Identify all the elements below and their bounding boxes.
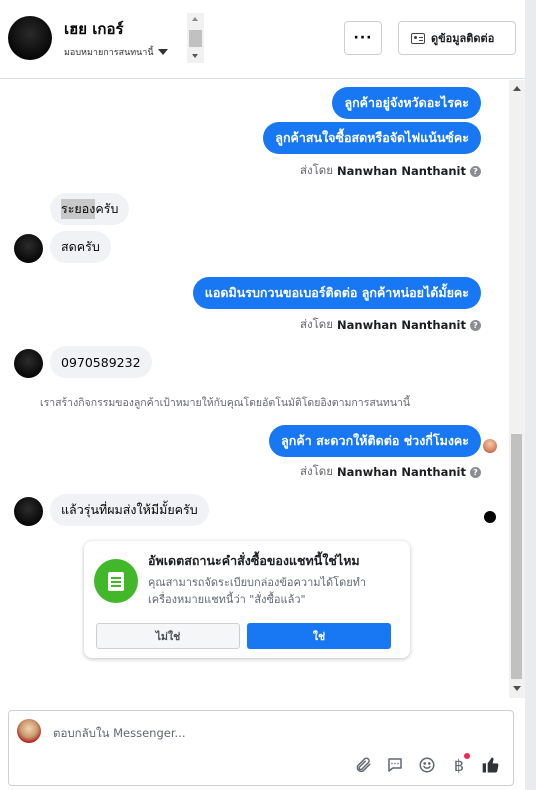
- sent-by-prefix: ส่งโดย: [299, 317, 334, 331]
- outgoing-message: ลูกค้าสนใจซื้อสดหรือจัดไฟแน้นซ์คะ: [263, 122, 481, 154]
- header-mini-scrollbar[interactable]: [187, 13, 204, 63]
- id-card-icon: [411, 32, 425, 44]
- sender-avatar[interactable]: [14, 234, 43, 263]
- outgoing-message: ลูกค้าอยู่จังหวัดอะไรคะ: [332, 87, 481, 119]
- no-button[interactable]: ไม่ใช่: [96, 623, 240, 649]
- customer-name[interactable]: เฮย เกอร์: [64, 17, 124, 41]
- sent-by-prefix: ส่งโดย: [299, 163, 334, 177]
- sent-by-name: Nanwhan Nanthanit: [337, 465, 466, 479]
- incoming-message: สดครับ: [50, 231, 111, 263]
- incoming-message: แล้วรุ่นที่ผมส่งให้มีมั้ยครับ: [50, 494, 209, 526]
- assign-conversation-dropdown[interactable]: มอบหมายการสนทนานี้: [64, 45, 168, 59]
- highlighted-text: ระยอง: [61, 199, 96, 219]
- sent-by-name: Nanwhan Nanthanit: [337, 318, 466, 332]
- incoming-message: 0970589232: [50, 346, 152, 378]
- yes-button[interactable]: ใช่: [247, 623, 391, 649]
- question-icon[interactable]: ?: [470, 466, 481, 478]
- conversation-header: เฮย เกอร์ มอบหมายการสนทนานี้ ··· ดูข้อมู…: [0, 0, 525, 79]
- sent-by-prefix: ส่งโดย: [299, 464, 334, 478]
- message-text: ครับ: [95, 201, 119, 216]
- more-options-button[interactable]: ···: [344, 21, 382, 55]
- system-note: เราสร้างกิจกรรมของลูกค้าเป้าหมายให้กับคุ…: [40, 397, 411, 409]
- reply-composer[interactable]: ตอบกลับใน Messenger... ฿: [8, 710, 514, 786]
- sender-avatar[interactable]: [14, 497, 43, 526]
- card-title: อัพเดตสถานะคำสั่งซื้อของแชทนี้ใช่ไหม: [148, 553, 360, 568]
- sent-by-caption: ส่งโดย Nanwhan Nanthanit ?: [300, 162, 481, 180]
- thread-scrollbar[interactable]: [509, 80, 525, 698]
- ellipsis-icon: ···: [353, 30, 373, 46]
- composer-toolbar: ฿: [353, 753, 501, 775]
- scroll-down-arrow-icon[interactable]: [513, 686, 521, 691]
- receipt-icon: [94, 559, 138, 603]
- card-body: คุณสามารถจัดระเบียบกล่องข้อความได้โดยทำเ…: [148, 576, 367, 606]
- view-contact-label: ดูข้อมูลติดต่อ: [431, 32, 495, 45]
- scroll-down-arrow-icon[interactable]: [192, 54, 198, 58]
- baht-icon[interactable]: ฿: [449, 753, 470, 775]
- scrollbar-thumb[interactable]: [511, 434, 522, 679]
- question-icon[interactable]: ?: [470, 165, 481, 177]
- paperclip-icon[interactable]: [353, 755, 373, 775]
- seen-indicator-dot: [484, 511, 496, 523]
- read-receipt-avatar: [483, 439, 497, 453]
- customer-avatar[interactable]: [8, 16, 52, 60]
- sent-by-name: Nanwhan Nanthanit: [337, 164, 466, 178]
- outgoing-message: แอดมินรบกวนขอเบอร์ติดต่อ ลูกค้าหน่อยได้ม…: [192, 277, 481, 309]
- reply-input[interactable]: ตอบกลับใน Messenger...: [53, 725, 185, 743]
- window-edge: [525, 0, 536, 790]
- order-status-card: อัพเดตสถานะคำสั่งซื้อของแชทนี้ใช่ไหม คุณ…: [84, 541, 410, 658]
- scroll-up-arrow-icon[interactable]: [513, 86, 521, 91]
- view-contact-button[interactable]: ดูข้อมูลติดต่อ: [398, 21, 516, 55]
- caret-down-icon: [157, 49, 168, 55]
- thumbs-up-icon[interactable]: [481, 755, 501, 775]
- scroll-up-arrow-icon[interactable]: [192, 17, 198, 21]
- sent-by-caption: ส่งโดย Nanwhan Nanthanit ?: [300, 316, 481, 334]
- assign-label: มอบหมายการสนทนานี้: [64, 48, 154, 58]
- sender-avatar[interactable]: [14, 349, 43, 378]
- page-avatar: [17, 719, 41, 743]
- chat-bubble-icon[interactable]: [385, 755, 405, 775]
- question-icon[interactable]: ?: [470, 319, 481, 331]
- sent-by-caption: ส่งโดย Nanwhan Nanthanit ?: [300, 463, 481, 481]
- notification-dot: [464, 753, 470, 759]
- incoming-message: ระยอง ครับ: [50, 193, 130, 225]
- message-thread[interactable]: ลูกค้าอยู่จังหวัดอะไรคะ ลูกค้าสนใจซื้อสด…: [0, 80, 509, 698]
- scrollbar-thumb[interactable]: [189, 30, 202, 47]
- smiley-icon[interactable]: [417, 755, 437, 775]
- outgoing-message: ลูกค้า สะดวกให้ติดต่อ ช่วงกี่โมงคะ: [269, 425, 481, 457]
